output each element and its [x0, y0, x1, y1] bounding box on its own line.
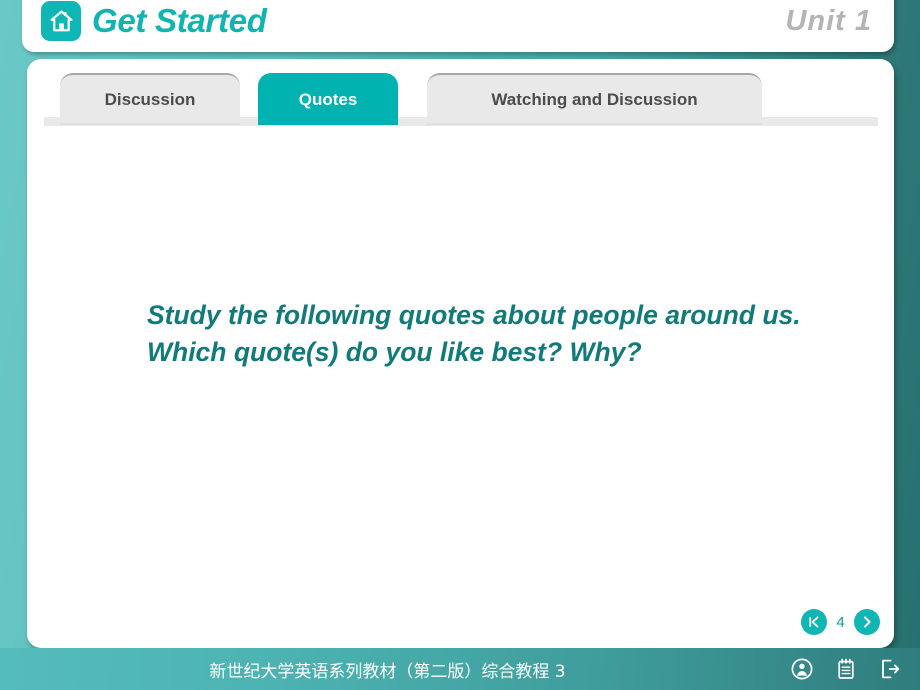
unit-label: Unit 1	[785, 4, 872, 37]
footer-bar: 新世纪大学英语系列教材（第二版）综合教程 3	[0, 648, 920, 690]
home-icon[interactable]	[41, 1, 81, 41]
instruction-text: Study the following quotes about people …	[147, 300, 801, 367]
tab-watching-and-discussion[interactable]: Watching and Discussion	[427, 73, 762, 125]
tab-bar: Discussion Quotes Watching and Discussio…	[27, 73, 894, 125]
footer-icons	[790, 657, 902, 681]
tab-discussion[interactable]: Discussion	[60, 73, 240, 125]
tab-quotes[interactable]: Quotes	[258, 73, 398, 125]
tab-label: Watching and Discussion	[491, 90, 698, 109]
notepad-icon[interactable]	[834, 657, 858, 681]
header-bar: Get Started Unit 1	[22, 0, 894, 52]
content-panel: Discussion Quotes Watching and Discussio…	[27, 59, 894, 648]
footer-title: 新世纪大学英语系列教材（第二版）综合教程 3	[209, 661, 566, 682]
first-page-button[interactable]	[801, 609, 827, 635]
page-title: Get Started	[92, 2, 267, 39]
exit-icon[interactable]	[878, 657, 902, 681]
page-number: 4	[836, 613, 845, 631]
pager: 4	[801, 609, 880, 635]
user-profile-icon[interactable]	[790, 657, 814, 681]
tab-label: Quotes	[298, 90, 358, 109]
first-page-icon	[809, 616, 819, 628]
tab-label: Discussion	[104, 90, 196, 109]
chevron-right-icon	[864, 616, 871, 628]
next-page-button[interactable]	[854, 609, 880, 635]
